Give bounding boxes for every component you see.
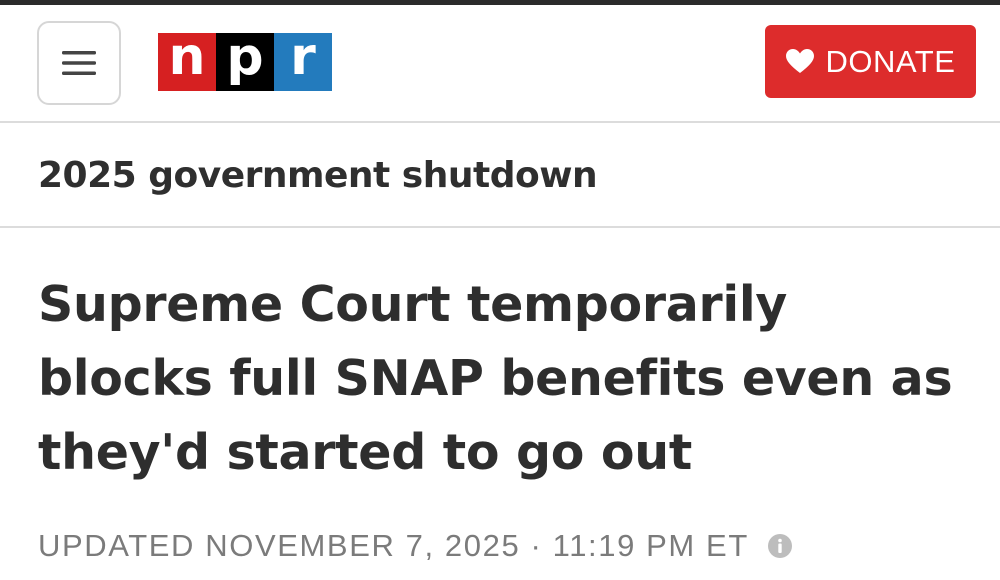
article-dateline: UPDATED NOVEMBER 7, 2025 · 11:19 PM ET	[38, 526, 793, 566]
heart-icon	[785, 49, 814, 73]
npr-logo[interactable]: n p r	[158, 31, 332, 91]
logo-letter-n: n	[158, 31, 216, 91]
logo-letter-r: r	[274, 31, 332, 91]
info-icon[interactable]	[767, 533, 793, 559]
hamburger-menu-icon	[62, 51, 96, 75]
donate-button[interactable]: DONATE	[765, 25, 976, 98]
site-header: n p r DONATE	[0, 5, 1000, 123]
section-bar: 2025 government shutdown	[0, 125, 1000, 228]
menu-button[interactable]	[37, 21, 121, 105]
dateline-text: UPDATED NOVEMBER 7, 2025 · 11:19 PM ET	[38, 528, 749, 563]
section-link[interactable]: 2025 government shutdown	[38, 155, 598, 196]
article-headline: Supreme Court temporarily blocks full SN…	[38, 276, 953, 481]
donate-label: DONATE	[825, 43, 956, 79]
logo-letter-p: p	[216, 31, 274, 91]
